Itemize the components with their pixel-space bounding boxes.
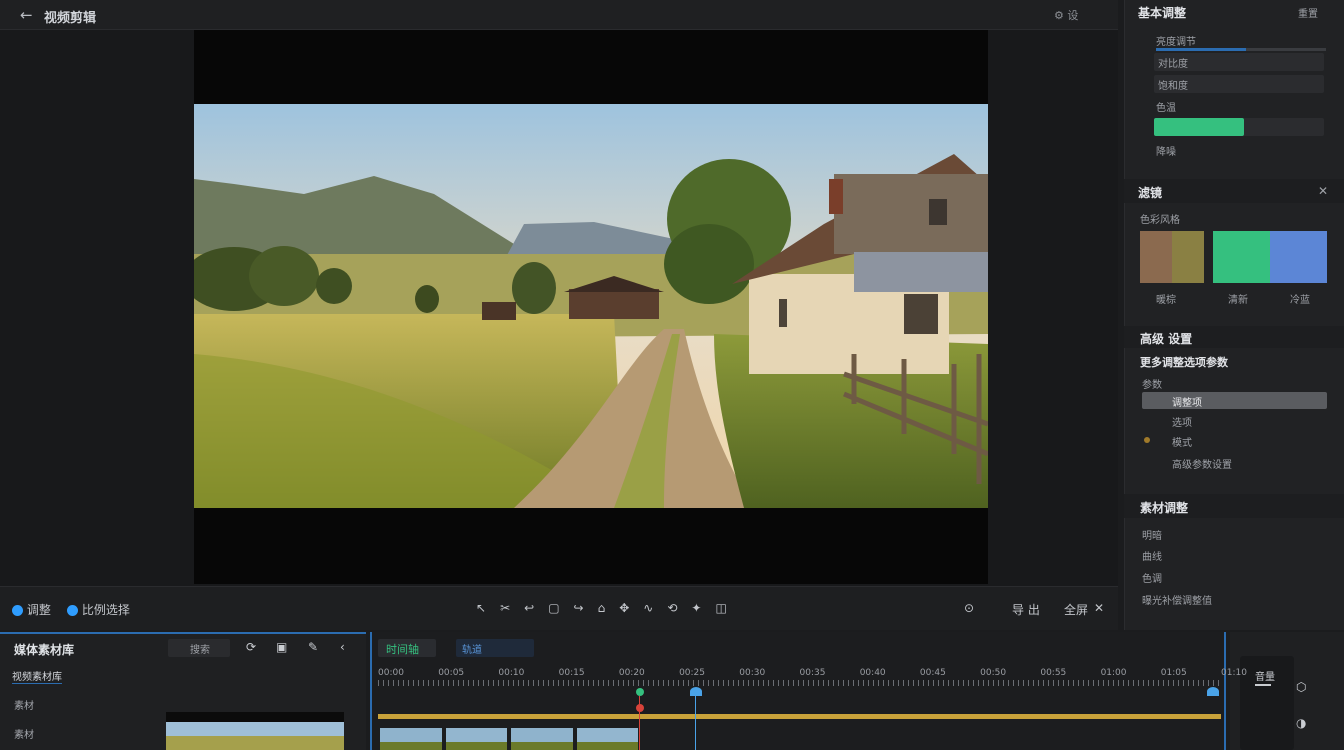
volume-label: 音量 <box>1255 672 1275 683</box>
fullscreen-button[interactable]: 全屏 <box>1064 601 1088 618</box>
export-button[interactable]: 导 出 <box>1012 601 1040 618</box>
tool-home-icon[interactable]: ⌂ <box>598 601 620 615</box>
ruler-tick-label: 00:35 <box>799 668 826 678</box>
media-title: 媒体素材库 <box>14 643 75 657</box>
ruler-tick-label: 00:55 <box>1040 668 1067 678</box>
tool-rotate-icon[interactable]: ⟲ <box>667 601 691 615</box>
advanced-row-1: 参数 <box>1142 380 1162 391</box>
lock-icon[interactable]: ⬡ <box>1296 680 1306 694</box>
page-title: 视频剪辑 <box>44 11 97 26</box>
marker-green-icon[interactable] <box>636 688 644 696</box>
advanced-subtitle: 更多调整选项参数 <box>1140 356 1228 369</box>
advanced-row-4: 高级参数设置 <box>1172 460 1232 471</box>
settings-button[interactable]: ⚙ 设 <box>1054 7 1078 23</box>
panel-title: 基本调整 <box>1138 6 1187 20</box>
ruler-tick-label: 01:00 <box>1100 668 1127 678</box>
tool-curve-icon[interactable]: ∿ <box>643 601 667 615</box>
saturation-field[interactable]: 饱和度 <box>1154 75 1324 93</box>
media-item-label-2: 素材 <box>14 730 34 741</box>
material-title: 素材调整 <box>1140 501 1189 515</box>
selected-row[interactable]: 调整项 <box>1142 392 1327 409</box>
ruler-tick-label: 00:25 <box>679 668 705 678</box>
swatch-label-3: 冷蓝 <box>1290 295 1310 306</box>
swatch-fresh-cool[interactable] <box>1213 231 1327 283</box>
media-tab[interactable]: 视频素材库 <box>12 668 62 684</box>
filter-close-icon[interactable]: ✕ <box>1318 184 1328 198</box>
swatch-label-1: 暖棕 <box>1156 295 1176 306</box>
material-row-1[interactable]: 明暗 <box>1142 527 1162 542</box>
filter-title: 滤镜 <box>1138 186 1163 200</box>
top-bar <box>0 0 1118 30</box>
playhead-line <box>695 696 696 750</box>
adjust-label: 调整 <box>26 603 51 617</box>
tool-effect-icon[interactable]: ✦ <box>691 601 715 615</box>
player-toolbar: 调整 比例选择 ↖✂↩▢↪⌂✥∿⟲✦◫ ⊙ 导 出 全屏 ✕ <box>0 586 1118 630</box>
collapse-icon[interactable]: ‹ <box>340 640 345 654</box>
tab-timeline[interactable]: 时间轴 <box>378 639 436 657</box>
ruler-tick-label: 00:45 <box>919 668 946 678</box>
adjust-dot-icon <box>12 605 23 616</box>
close-icon[interactable]: ✕ <box>1094 601 1104 615</box>
target-icon[interactable]: ⊙ <box>964 601 974 615</box>
adjust-button[interactable]: 调整 <box>12 601 51 618</box>
ruler-tick-label: 00:30 <box>739 668 766 678</box>
status-dot-icon <box>1144 437 1150 443</box>
tool-undo-icon[interactable]: ↩ <box>524 601 548 615</box>
ruler-tick-label: 01:05 <box>1160 668 1187 678</box>
clip-thumbnail[interactable] <box>380 728 442 750</box>
refresh-icon[interactable]: ⟳ <box>246 640 256 654</box>
media-search-input[interactable]: 搜索 <box>168 639 230 657</box>
ratio-button[interactable]: 比例选择 <box>67 601 130 618</box>
ruler-tick-label: 00:10 <box>498 668 525 678</box>
mute-icon[interactable]: ◑ <box>1296 716 1306 730</box>
swatch-label-2: 清新 <box>1228 295 1248 306</box>
advanced-title: 高级 设置 <box>1140 332 1193 346</box>
tool-select-icon[interactable]: ↖ <box>476 601 500 615</box>
ruler-tick-label: 00:40 <box>859 668 886 678</box>
row-temperature: 色温 <box>1156 103 1176 114</box>
playhead-icon[interactable] <box>690 687 702 696</box>
video-preview-image <box>194 104 988 508</box>
ruler-tick-label: 01:10 <box>1221 668 1247 678</box>
clip-thumbnail[interactable] <box>576 728 638 750</box>
ratio-dot-icon <box>67 605 78 616</box>
clip-thumbnail[interactable] <box>445 728 507 750</box>
swatch-warm[interactable] <box>1140 231 1204 283</box>
advanced-row-2: 选项 <box>1172 418 1192 429</box>
media-item-label: 素材 <box>14 701 34 712</box>
clip-thumbnail[interactable] <box>511 728 573 750</box>
ruler-tick-label: 00:00 <box>378 668 404 678</box>
sharpen-slider[interactable] <box>1154 118 1324 136</box>
material-row-4[interactable]: 曝光补偿调整值 <box>1142 592 1212 607</box>
video-track[interactable] <box>380 728 638 750</box>
tool-cut-icon[interactable]: ✂ <box>500 601 524 615</box>
tool-icon[interactable]: ✎ <box>308 640 318 654</box>
tool-move-icon[interactable]: ✥ <box>619 601 643 615</box>
advanced-row-3: 模式 <box>1172 438 1192 449</box>
ruler-ticks <box>378 680 1221 686</box>
material-row-2[interactable]: 曲线 <box>1142 548 1162 563</box>
contrast-field[interactable]: 对比度 <box>1154 53 1324 71</box>
back-arrow-icon[interactable]: ← <box>20 6 33 24</box>
material-row-3[interactable]: 色调 <box>1142 570 1162 585</box>
tool-split-icon[interactable]: ◫ <box>715 601 740 615</box>
media-thumbnail[interactable] <box>166 712 344 750</box>
reset-button[interactable]: 重置 <box>1298 5 1318 20</box>
ruler-tick-label: 00:05 <box>438 668 465 678</box>
ruler-tick-label: 00:50 <box>980 668 1007 678</box>
ruler-tick-label: 00:20 <box>618 668 645 678</box>
tab-track[interactable]: 轨道 <box>456 639 534 657</box>
edit-tools[interactable]: ↖✂↩▢↪⌂✥∿⟲✦◫ <box>476 601 741 615</box>
row-brightness: 亮度调节 <box>1156 37 1196 48</box>
tool-redo-icon[interactable]: ↪ <box>574 601 598 615</box>
audio-track[interactable] <box>378 714 1221 719</box>
ratio-label: 比例选择 <box>81 603 130 617</box>
ruler-tick-label: 00:15 <box>558 668 585 678</box>
filter-subtitle: 色彩风格 <box>1140 215 1180 226</box>
end-marker-icon[interactable] <box>1207 687 1219 696</box>
folder-icon[interactable]: ▣ <box>276 640 287 654</box>
row-noise: 降噪 <box>1156 147 1176 158</box>
marker-red-icon[interactable] <box>636 704 644 712</box>
tool-crop-icon[interactable]: ▢ <box>548 601 573 615</box>
